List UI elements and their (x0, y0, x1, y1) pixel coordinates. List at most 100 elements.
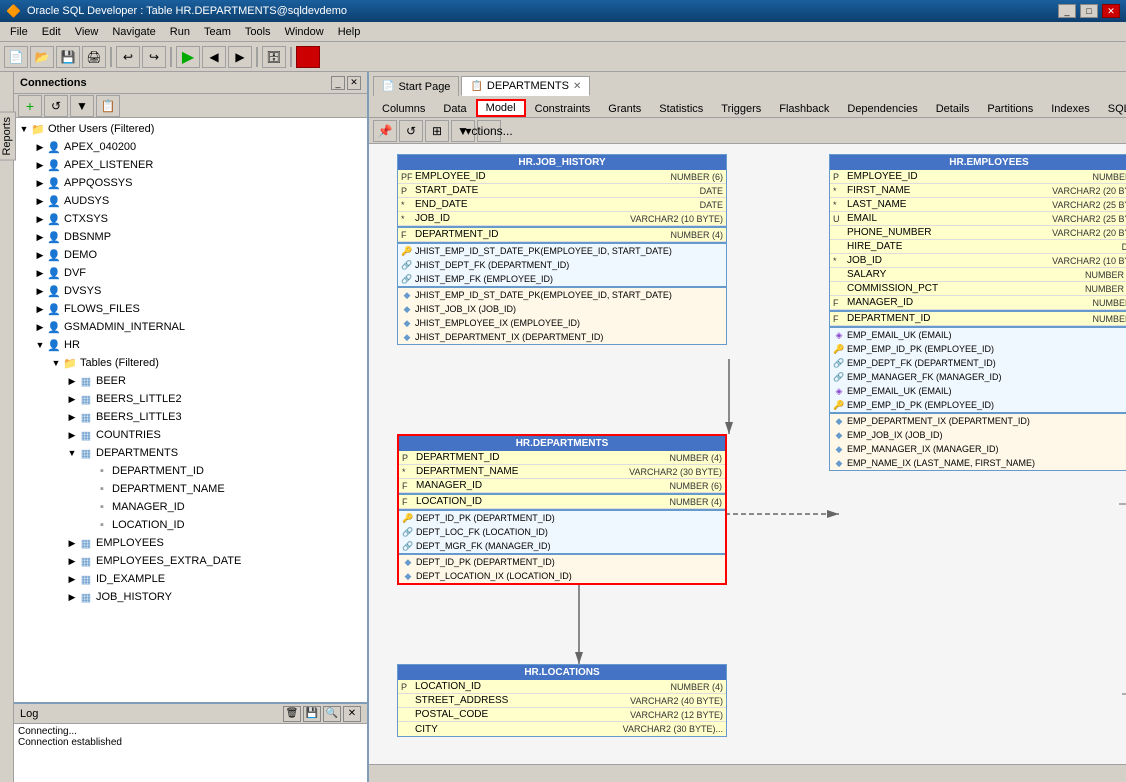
toggle-id-example[interactable]: ▶ (66, 573, 78, 585)
toggle-apex-listener[interactable]: ▶ (34, 159, 46, 171)
minimize-button[interactable]: _ (1058, 4, 1076, 18)
tree-item-mgr-id[interactable]: ▪ MANAGER_ID (14, 498, 367, 516)
nav-back-button[interactable]: ◀ (202, 46, 226, 68)
log-save-button[interactable]: 💾 (303, 706, 321, 722)
db-button[interactable]: 🗄 (262, 46, 286, 68)
tree-item-apex040200[interactable]: ▶ 👤 APEX_040200 (14, 138, 367, 156)
tree-item-other-users[interactable]: ▼ 📁 Other Users (Filtered) (14, 120, 367, 138)
tab-model[interactable]: Model (476, 99, 526, 117)
tree-item-departments[interactable]: ▼ ▦ DEPARTMENTS (14, 444, 367, 462)
sidebar-close-button[interactable]: ✕ (347, 76, 361, 90)
model-canvas[interactable]: HR.JOB_HISTORY PF EMPLOYEE_ID NUMBER (6)… (369, 144, 1126, 764)
toggle-beers3[interactable]: ▶ (66, 411, 78, 423)
menu-navigate[interactable]: Navigate (106, 25, 161, 39)
toggle-appqossys[interactable]: ▶ (34, 177, 46, 189)
entity-locations[interactable]: HR.LOCATIONS P LOCATION_ID NUMBER (4) ST… (397, 664, 727, 737)
tab-triggers[interactable]: Triggers (712, 99, 770, 117)
tree-item-dept-id[interactable]: ▪ DEPARTMENT_ID (14, 462, 367, 480)
tree-item-dvsys[interactable]: ▶ 👤 DVSYS (14, 282, 367, 300)
tree-item-ctxsys[interactable]: ▶ 👤 CTXSYS (14, 210, 367, 228)
maximize-button[interactable]: □ (1080, 4, 1098, 18)
menu-run[interactable]: Run (164, 25, 196, 39)
tree-item-hr[interactable]: ▼ 👤 HR (14, 336, 367, 354)
tab-start-page[interactable]: 📄 Start Page (373, 76, 459, 96)
entity-job-history[interactable]: HR.JOB_HISTORY PF EMPLOYEE_ID NUMBER (6)… (397, 154, 727, 345)
entity-departments[interactable]: HR.DEPARTMENTS P DEPARTMENT_ID NUMBER (4… (397, 434, 727, 585)
tree-item-job-history[interactable]: ▶ ▦ JOB_HISTORY (14, 588, 367, 606)
pin-button[interactable]: 📌 (373, 120, 397, 142)
save-button[interactable]: 💾 (56, 46, 80, 68)
toggle-audsys[interactable]: ▶ (34, 195, 46, 207)
schema-browser-button[interactable]: 📋 (96, 95, 120, 117)
add-connection-button[interactable]: + (18, 95, 42, 117)
toggle-dbsnmp[interactable]: ▶ (34, 231, 46, 243)
toggle-beer[interactable]: ▶ (66, 375, 78, 387)
toggle-hr[interactable]: ▼ (34, 339, 46, 351)
tree-item-id-example[interactable]: ▶ ▦ ID_EXAMPLE (14, 570, 367, 588)
sidebar-minimize-button[interactable]: _ (331, 76, 345, 90)
toggle-gsmadmin[interactable]: ▶ (34, 321, 46, 333)
log-close-button[interactable]: ✕ (343, 706, 361, 722)
tab-sql[interactable]: SQL (1099, 99, 1126, 117)
print-button[interactable]: 🖨 (82, 46, 106, 68)
menu-help[interactable]: Help (332, 25, 367, 39)
actions-button[interactable]: ▾ctions... (477, 120, 501, 142)
tab-columns[interactable]: Columns (373, 99, 434, 117)
tab-flashback[interactable]: Flashback (770, 99, 838, 117)
tab-partitions[interactable]: Partitions (978, 99, 1042, 117)
tab-constraints[interactable]: Constraints (526, 99, 600, 117)
toggle-beers2[interactable]: ▶ (66, 393, 78, 405)
tab-details[interactable]: Details (927, 99, 979, 117)
menu-team[interactable]: Team (198, 25, 237, 39)
new-button[interactable]: 📄 (4, 46, 28, 68)
toggle-ctxsys[interactable]: ▶ (34, 213, 46, 225)
toggle-employees[interactable]: ▶ (66, 537, 78, 549)
menu-view[interactable]: View (69, 25, 105, 39)
entity-employees[interactable]: HR.EMPLOYEES P EMPLOYEE_ID NUMBER (6) * … (829, 154, 1126, 471)
open-button[interactable]: 📂 (30, 46, 54, 68)
menu-tools[interactable]: Tools (239, 25, 277, 39)
toggle-dvsys[interactable]: ▶ (34, 285, 46, 297)
reports-tab[interactable]: Reports (0, 112, 16, 161)
tab-data[interactable]: Data (434, 99, 475, 117)
toggle-departments[interactable]: ▼ (66, 447, 78, 459)
tree-item-dbsnmp[interactable]: ▶ 👤 DBSNMP (14, 228, 367, 246)
tree-item-dept-name[interactable]: ▪ DEPARTMENT_NAME (14, 480, 367, 498)
tree-item-employees[interactable]: ▶ ▦ EMPLOYEES (14, 534, 367, 552)
run-button[interactable]: ▶ (176, 46, 200, 68)
tree-item-gsmadmin[interactable]: ▶ 👤 GSMADMIN_INTERNAL (14, 318, 367, 336)
tab-departments[interactable]: 📋 DEPARTMENTS ✕ (461, 76, 590, 96)
menu-file[interactable]: File (4, 25, 34, 39)
log-clear-button[interactable]: 🗑 (283, 706, 301, 722)
toggle-demo[interactable]: ▶ (34, 249, 46, 261)
tree-item-beer[interactable]: ▶ ▦ BEER (14, 372, 367, 390)
toggle-employees-extra[interactable]: ▶ (66, 555, 78, 567)
tree-item-appqossys[interactable]: ▶ 👤 APPQOSSYS (14, 174, 367, 192)
tree-item-employees-extra[interactable]: ▶ ▦ EMPLOYEES_EXTRA_DATE (14, 552, 367, 570)
tree-item-dvf[interactable]: ▶ 👤 DVF (14, 264, 367, 282)
toggle-tables[interactable]: ▼ (50, 357, 62, 369)
tree-item-demo[interactable]: ▶ 👤 DEMO (14, 246, 367, 264)
tree-item-beers-little2[interactable]: ▶ ▦ BEERS_LITTLE2 (14, 390, 367, 408)
tab-dependencies[interactable]: Dependencies (838, 99, 926, 117)
tree-container[interactable]: ▼ 📁 Other Users (Filtered) ▶ 👤 APEX_0402… (14, 118, 367, 702)
menu-window[interactable]: Window (279, 25, 330, 39)
tree-item-flows[interactable]: ▶ 👤 FLOWS_FILES (14, 300, 367, 318)
tab-close-icon[interactable]: ✕ (573, 81, 581, 92)
log-search-button[interactable]: 🔍 (323, 706, 341, 722)
tree-item-countries[interactable]: ▶ ▦ COUNTRIES (14, 426, 367, 444)
tab-statistics[interactable]: Statistics (650, 99, 712, 117)
menu-edit[interactable]: Edit (36, 25, 67, 39)
tab-indexes[interactable]: Indexes (1042, 99, 1099, 117)
tree-item-tables-filtered[interactable]: ▼ 📁 Tables (Filtered) (14, 354, 367, 372)
tree-item-beers-little3[interactable]: ▶ ▦ BEERS_LITTLE3 (14, 408, 367, 426)
toggle-dvf[interactable]: ▶ (34, 267, 46, 279)
filter-button[interactable]: ▼ (70, 95, 94, 117)
redo-button[interactable]: ↪ (142, 46, 166, 68)
tree-item-loc-id[interactable]: ▪ LOCATION_ID (14, 516, 367, 534)
toggle-countries[interactable]: ▶ (66, 429, 78, 441)
fit-button[interactable]: ⊞ (425, 120, 449, 142)
tree-item-audsys[interactable]: ▶ 👤 AUDSYS (14, 192, 367, 210)
tree-item-apex-listener[interactable]: ▶ 👤 APEX_LISTENER (14, 156, 367, 174)
close-button[interactable]: ✕ (1102, 4, 1120, 18)
